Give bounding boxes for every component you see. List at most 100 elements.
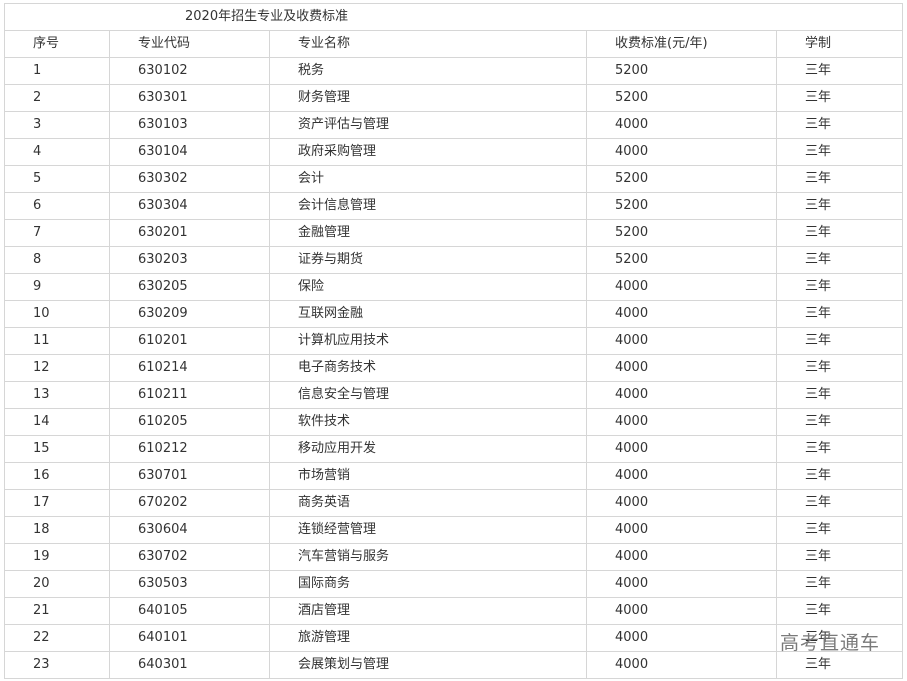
table-row: 11 610201 计算机应用技术 4000 三年 [4, 327, 904, 355]
cell-duration: 三年 [775, 165, 904, 193]
cell-major-name: 政府采购管理 [269, 138, 587, 166]
cell-fee: 4000 [586, 597, 777, 625]
cell-duration: 三年 [775, 570, 904, 598]
cell-serial: 9 [4, 273, 110, 301]
table-row: 13 610211 信息安全与管理 4000 三年 [4, 381, 904, 409]
cell-major-code: 630209 [109, 300, 270, 328]
header-duration: 学制 [775, 30, 904, 58]
cell-duration: 三年 [775, 246, 904, 274]
table-row: 1 630102 税务 5200 三年 [4, 57, 904, 85]
cell-major-name: 会计信息管理 [269, 192, 587, 220]
header-major-name: 专业名称 [269, 30, 587, 58]
cell-major-name: 证券与期货 [269, 246, 587, 274]
cell-fee: 5200 [586, 57, 777, 85]
cell-major-code: 610212 [109, 435, 270, 463]
cell-serial: 19 [4, 543, 110, 571]
cell-fee: 5200 [586, 192, 777, 220]
cell-duration: 三年 [775, 408, 904, 436]
cell-fee: 4000 [586, 624, 777, 652]
fee-table: 2020年招生专业及收费标准 序号 专业代码 专业名称 收费标准(元/年) 学制… [3, 3, 904, 679]
cell-major-name: 资产评估与管理 [269, 111, 587, 139]
cell-major-name: 商务英语 [269, 489, 587, 517]
table-row: 2 630301 财务管理 5200 三年 [4, 84, 904, 112]
cell-major-name: 软件技术 [269, 408, 587, 436]
cell-fee: 4000 [586, 354, 777, 382]
cell-major-code: 630302 [109, 165, 270, 193]
cell-duration: 三年 [775, 327, 904, 355]
cell-duration: 三年 [775, 597, 904, 625]
cell-duration: 三年 [775, 138, 904, 166]
table-row: 10 630209 互联网金融 4000 三年 [4, 300, 904, 328]
cell-serial: 20 [4, 570, 110, 598]
fee-table-body: 2020年招生专业及收费标准 序号 专业代码 专业名称 收费标准(元/年) 学制… [3, 3, 904, 679]
cell-serial: 18 [4, 516, 110, 544]
cell-serial: 3 [4, 111, 110, 139]
cell-major-name: 会计 [269, 165, 587, 193]
cell-major-name: 信息安全与管理 [269, 381, 587, 409]
cell-major-code: 630304 [109, 192, 270, 220]
cell-fee: 4000 [586, 516, 777, 544]
cell-fee: 4000 [586, 300, 777, 328]
cell-duration: 三年 [775, 111, 904, 139]
cell-fee: 4000 [586, 273, 777, 301]
cell-major-name: 税务 [269, 57, 587, 85]
header-serial: 序号 [4, 30, 110, 58]
cell-major-name: 保险 [269, 273, 587, 301]
cell-duration: 三年 [775, 381, 904, 409]
cell-fee: 5200 [586, 219, 777, 247]
cell-fee: 4000 [586, 138, 777, 166]
table-row: 14 610205 软件技术 4000 三年 [4, 408, 904, 436]
cell-duration: 三年 [775, 354, 904, 382]
cell-major-name: 财务管理 [269, 84, 587, 112]
cell-major-code: 610205 [109, 408, 270, 436]
cell-major-name: 酒店管理 [269, 597, 587, 625]
cell-major-name: 市场营销 [269, 462, 587, 490]
cell-major-code: 640101 [109, 624, 270, 652]
table-row: 4 630104 政府采购管理 4000 三年 [4, 138, 904, 166]
cell-fee: 5200 [586, 165, 777, 193]
table-row: 7 630201 金融管理 5200 三年 [4, 219, 904, 247]
cell-major-code: 630503 [109, 570, 270, 598]
cell-serial: 10 [4, 300, 110, 328]
table-row: 5 630302 会计 5200 三年 [4, 165, 904, 193]
table-row: 19 630702 汽车营销与服务 4000 三年 [4, 543, 904, 571]
cell-duration: 三年 [775, 57, 904, 85]
cell-major-code: 630203 [109, 246, 270, 274]
cell-duration: 三年 [775, 435, 904, 463]
cell-major-name: 金融管理 [269, 219, 587, 247]
table-row: 12 610214 电子商务技术 4000 三年 [4, 354, 904, 382]
cell-duration: 三年 [775, 651, 904, 679]
cell-major-code: 670202 [109, 489, 270, 517]
title-row: 2020年招生专业及收费标准 [3, 3, 904, 31]
cell-serial: 12 [4, 354, 110, 382]
cell-duration: 三年 [775, 516, 904, 544]
table-row: 18 630604 连锁经营管理 4000 三年 [4, 516, 904, 544]
cell-major-code: 630702 [109, 543, 270, 571]
cell-duration: 三年 [775, 489, 904, 517]
cell-serial: 17 [4, 489, 110, 517]
table-row: 8 630203 证券与期货 5200 三年 [4, 246, 904, 274]
cell-fee: 4000 [586, 489, 777, 517]
cell-duration: 三年 [775, 192, 904, 220]
cell-serial: 5 [4, 165, 110, 193]
cell-major-code: 630301 [109, 84, 270, 112]
header-major-code: 专业代码 [109, 30, 270, 58]
cell-major-code: 610201 [109, 327, 270, 355]
cell-serial: 8 [4, 246, 110, 274]
cell-serial: 4 [4, 138, 110, 166]
cell-major-name: 移动应用开发 [269, 435, 587, 463]
cell-major-name: 计算机应用技术 [269, 327, 587, 355]
cell-major-name: 汽车营销与服务 [269, 543, 587, 571]
watermark-text: 高考直通车 [779, 632, 880, 654]
cell-fee: 4000 [586, 570, 777, 598]
cell-major-code: 630104 [109, 138, 270, 166]
cell-serial: 1 [4, 57, 110, 85]
cell-serial: 15 [4, 435, 110, 463]
cell-major-name: 互联网金融 [269, 300, 587, 328]
table-row: 23 640301 会展策划与管理 4000 三年 [4, 651, 904, 679]
cell-duration: 三年 [775, 84, 904, 112]
cell-fee: 4000 [586, 408, 777, 436]
cell-duration: 三年 [775, 219, 904, 247]
cell-fee: 4000 [586, 651, 777, 679]
cell-major-code: 640105 [109, 597, 270, 625]
